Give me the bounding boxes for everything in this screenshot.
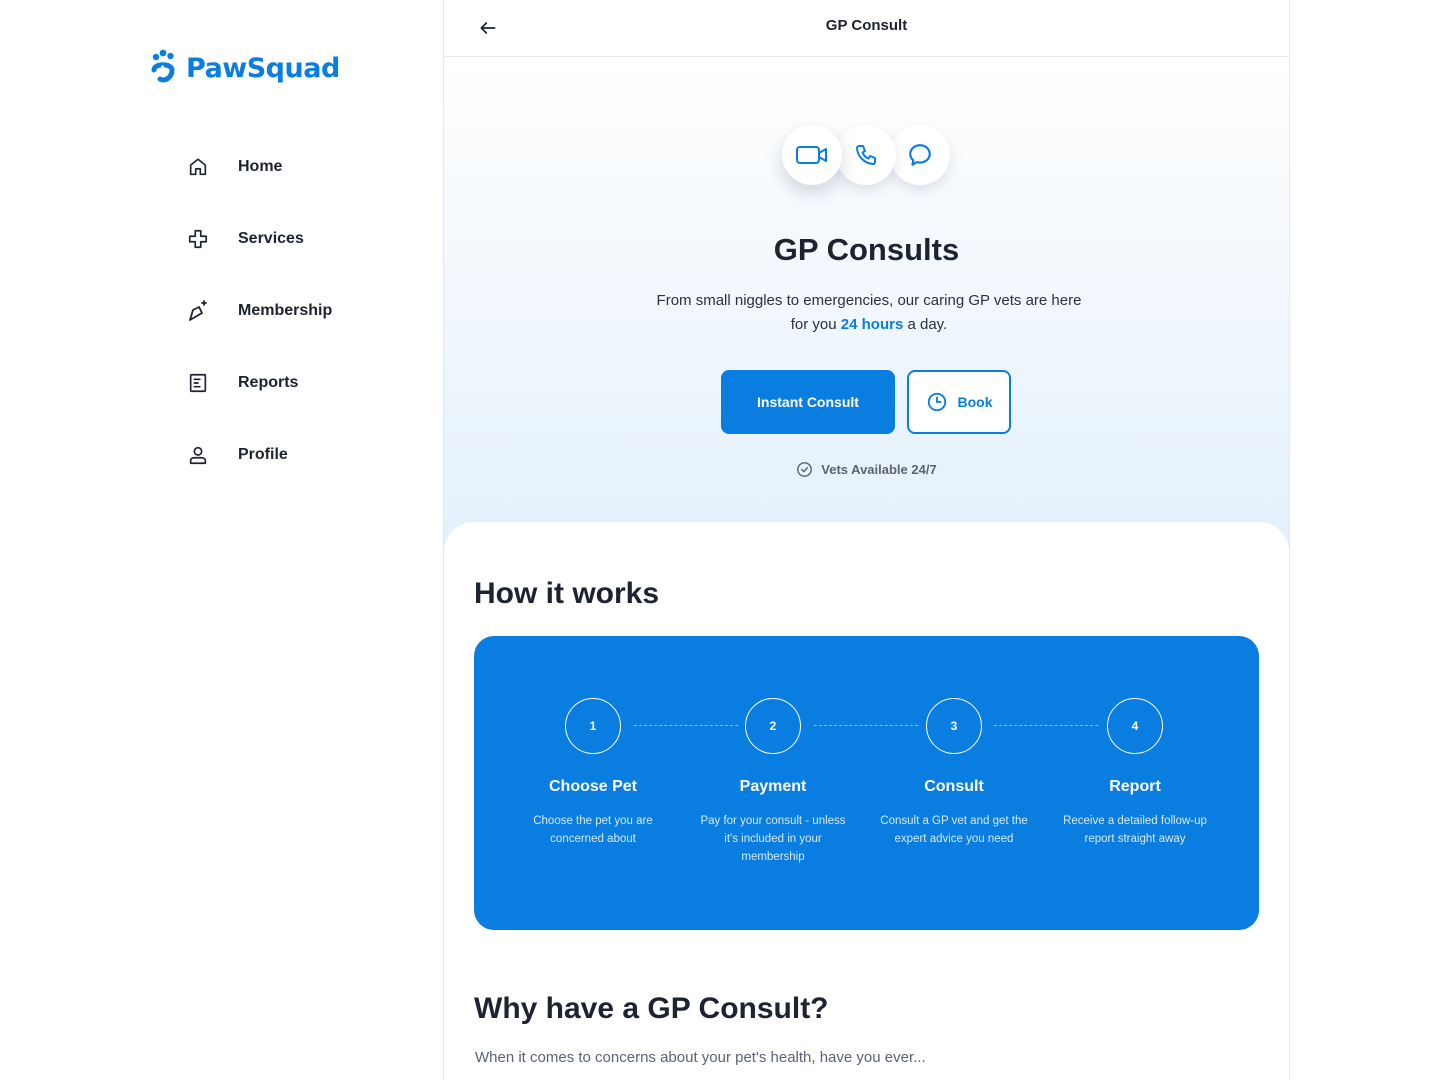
why-subtitle: When it comes to concerns about your pet… [475,1049,926,1066]
sidebar-item-profile[interactable]: Profile [186,431,332,479]
hero-subtitle-end: a day. [903,316,948,333]
step-title: Consult [924,778,984,795]
sidebar-item-home[interactable]: Home [186,143,332,191]
video-icon [796,146,827,164]
sparkle-icon [186,299,210,323]
sidebar-item-label: Membership [238,302,333,319]
step-description: Pay for your consult - unless it's inclu… [700,815,846,863]
book-button[interactable]: Book [907,370,1011,434]
check-circle-icon [797,462,813,477]
sidebar-item-label: Home [238,158,283,175]
sidebar-item-services[interactable]: Services [186,215,332,263]
steps-card: 1 Choose Pet Choose the pet you are conc… [474,636,1259,930]
phone-channel[interactable] [836,125,896,185]
video-channel[interactable] [782,125,842,185]
chat-icon [909,144,931,166]
page-title: GP Consult [825,17,908,34]
consult-channels [782,125,952,187]
availability-text: Vets Available 24/7 [821,462,937,477]
step-choose-pet: 1 Choose Pet Choose the pet you are conc… [508,698,678,848]
hero-title: GP Consults [773,232,960,267]
step-title: Choose Pet [548,778,637,795]
step-report: 4 Report Receive a detailed follow-up re… [1050,698,1220,848]
phone-icon [856,145,876,165]
step-description: Receive a detailed follow-up report stra… [1063,815,1207,845]
report-icon [186,371,210,395]
step-title: Report [1109,778,1161,795]
step-consult: 3 Consult Consult a GP vet and get the e… [869,698,1039,848]
step-number: 3 [926,698,982,754]
sidebar-item-membership[interactable]: Membership [186,287,332,335]
step-payment: 2 Payment Pay for your consult - unless … [688,698,858,866]
why-title: Why have a GP Consult? [474,992,829,1025]
step-description: Choose the pet you are concerned about [533,815,653,845]
medical-cross-icon [186,227,210,251]
sidebar-item-label: Profile [238,446,288,463]
clock-icon [927,392,946,412]
content-section: How it works 1 Choose Pet Choose the pet… [444,522,1289,1080]
hours-highlight: 24 hours [840,316,904,333]
hero-subtitle: From small niggles to emergencies, our c… [654,289,1084,337]
step-title: Payment [739,778,807,795]
hero-section: GP Consults From small niggles to emerge… [444,57,1289,547]
top-bar: GP Consult [444,0,1289,57]
step-number: 1 [565,698,621,754]
step-number: 2 [745,698,801,754]
how-it-works-title: How it works [474,577,660,610]
availability-note: Vets Available 24/7 [444,461,1289,478]
brand-logo[interactable]: PawSquad [150,48,340,88]
sidebar-item-label: Reports [238,374,299,391]
instant-consult-button[interactable]: Instant Consult [721,370,895,434]
sidebar-item-reports[interactable]: Reports [186,359,332,407]
home-icon [186,155,210,179]
sidebar: PawSquad Home Services Membership Report… [0,0,443,1080]
book-button-label: Book [957,394,993,410]
user-icon [186,443,210,467]
sidebar-item-label: Services [238,230,304,247]
chat-channel[interactable] [890,125,950,185]
paw-logo-icon [151,49,175,83]
step-description: Consult a GP vet and get the expert advi… [880,815,1028,845]
brand-name: PawSquad [186,52,340,84]
step-number: 4 [1107,698,1163,754]
sidebar-nav: Home Services Membership Reports Profile [186,143,332,503]
main-panel: GP Consult GP Consults From small niggle… [443,0,1290,1080]
